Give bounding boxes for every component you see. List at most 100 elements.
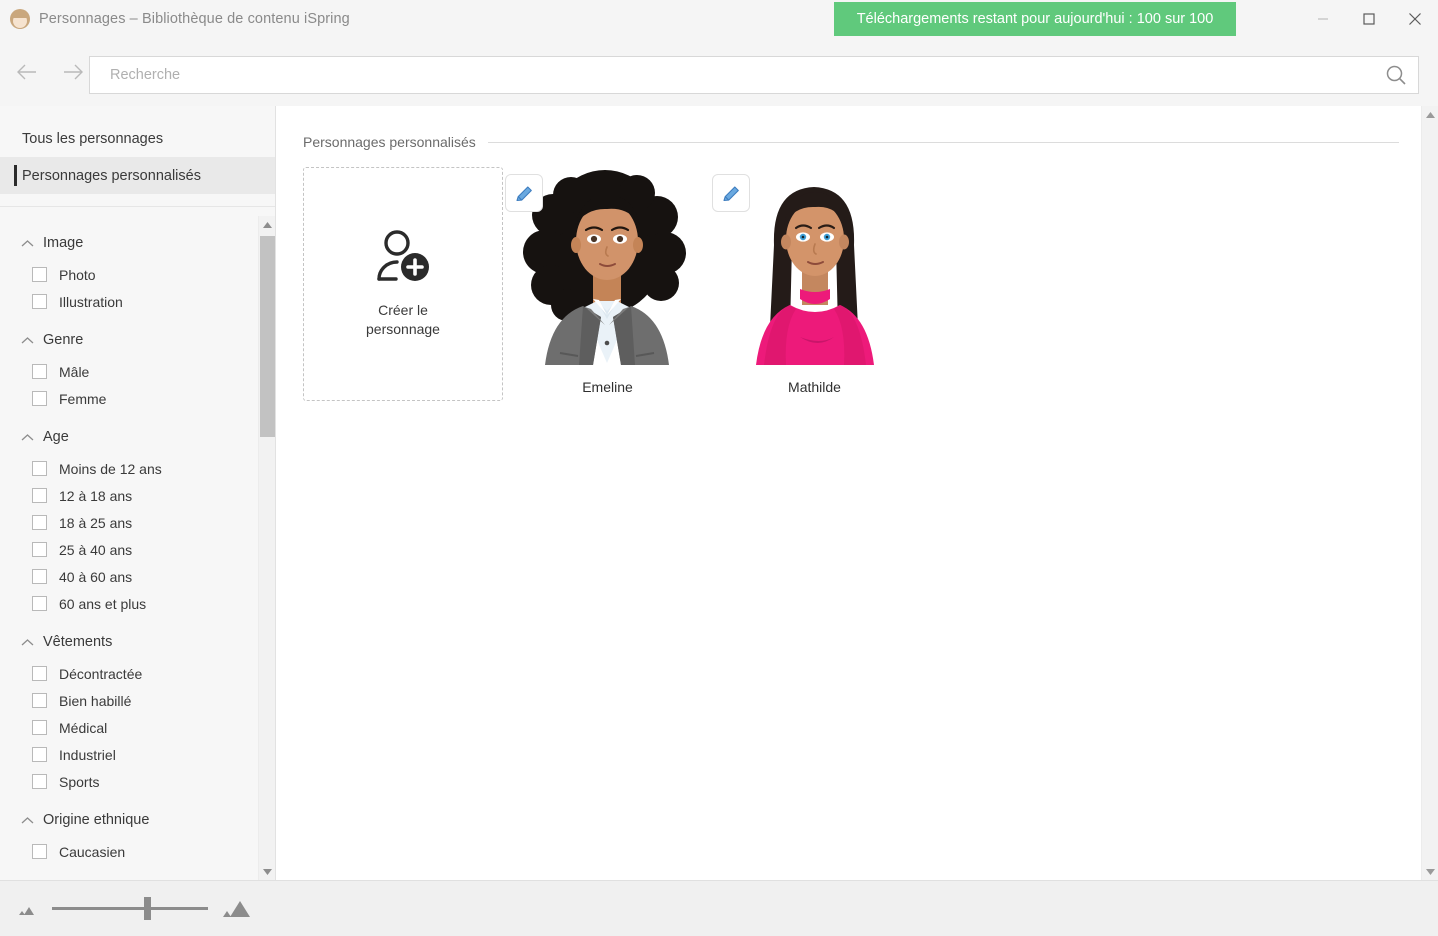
sidebar-item-all-characters[interactable]: Tous les personnages (0, 120, 275, 157)
character-name: Emeline (582, 379, 633, 395)
scroll-down-arrow-icon[interactable] (1422, 863, 1438, 880)
zoom-slider-thumb[interactable] (144, 897, 151, 920)
filter-group-image: Image Photo Illustration (0, 228, 258, 315)
create-label-line-1: Créer le (378, 302, 428, 318)
pencil-edit-icon[interactable] (712, 174, 750, 212)
scroll-down-arrow-icon[interactable] (259, 863, 276, 880)
checkbox[interactable] (32, 774, 47, 789)
filter-group-age: Age Moins de 12 ans 12 à 18 ans 18 à 25 … (0, 422, 258, 617)
filter-checkbox-row[interactable]: Photo (0, 261, 258, 288)
filter-group-header[interactable]: Age (0, 422, 258, 452)
scrollbar-thumb[interactable] (260, 236, 275, 437)
filter-checkbox-row[interactable]: 25 à 40 ans (0, 536, 258, 563)
character-card-mathilde[interactable]: Mathilde (712, 167, 917, 395)
filter-label: Moins de 12 ans (59, 460, 162, 477)
filter-group-title: Origine ethnique (43, 812, 150, 828)
filter-group-header[interactable]: Image (0, 228, 258, 258)
filter-checkbox-row[interactable]: Bien habillé (0, 687, 258, 714)
filter-group-header[interactable]: Genre (0, 325, 258, 355)
create-character-card[interactable]: Créer le personnage (303, 167, 503, 401)
filter-checkbox-row[interactable]: Décontractée (0, 660, 258, 687)
filter-group-title: Image (43, 235, 84, 251)
filter-group-title: Genre (43, 332, 84, 348)
filter-checkbox-row[interactable]: Caucasien (0, 838, 258, 865)
checkbox[interactable] (32, 844, 47, 859)
scroll-up-arrow-icon[interactable] (1422, 106, 1438, 123)
create-label-line-2: personnage (366, 321, 440, 337)
pencil-edit-icon[interactable] (505, 174, 543, 212)
arrow-left-icon[interactable] (10, 55, 44, 89)
filter-checkbox-row[interactable]: Industriel (0, 741, 258, 768)
zoom-slider-track[interactable] (52, 897, 208, 920)
checkbox[interactable] (32, 515, 47, 530)
downloads-remaining-banner: Téléchargements restant pour aujourd'hui… (834, 2, 1236, 36)
window-title: Personnages – Bibliothèque de contenu iS… (39, 11, 350, 27)
section-divider (487, 141, 1399, 143)
sidebar: Tous les personnages Personnages personn… (0, 106, 276, 880)
filter-label: Bien habillé (59, 692, 132, 709)
search-field[interactable] (89, 56, 1419, 94)
checkbox[interactable] (32, 596, 47, 611)
filter-label: 12 à 18 ans (59, 487, 133, 504)
arrow-right-icon[interactable] (56, 55, 90, 89)
title-bar: Personnages – Bibliothèque de contenu iS… (0, 0, 1438, 38)
section-header: Personnages personnalisés (303, 134, 1399, 150)
add-person-icon (377, 230, 429, 281)
filter-checkbox-row[interactable]: 18 à 25 ans (0, 509, 258, 536)
filter-group-header[interactable]: Vêtements (0, 627, 258, 657)
checkbox[interactable] (32, 391, 47, 406)
checkbox[interactable] (32, 461, 47, 476)
minimize-button[interactable] (1300, 0, 1346, 38)
scroll-up-arrow-icon[interactable] (259, 216, 276, 233)
filter-group-ethnicity: Origine ethnique Caucasien (0, 805, 258, 865)
filter-checkbox-row[interactable]: Moins de 12 ans (0, 455, 258, 482)
filter-group-title: Age (43, 429, 69, 445)
sidebar-nav: Tous les personnages Personnages personn… (0, 106, 275, 207)
sidebar-scrollbar[interactable] (258, 216, 275, 880)
checkbox[interactable] (32, 294, 47, 309)
window-controls (1300, 0, 1438, 38)
maximize-button[interactable] (1346, 0, 1392, 38)
filter-checkbox-row[interactable]: 60 ans et plus (0, 590, 258, 617)
filter-label: Sports (59, 773, 100, 790)
filter-checkbox-row[interactable]: Mâle (0, 358, 258, 385)
checkbox[interactable] (32, 569, 47, 584)
filter-checkbox-row[interactable]: 12 à 18 ans (0, 482, 258, 509)
sidebar-item-custom-characters[interactable]: Personnages personnalisés (0, 157, 275, 194)
status-bar (0, 880, 1438, 936)
filter-label: Caucasien (59, 843, 126, 860)
characters-grid: Créer le personnage Emeline Mathilde (303, 167, 1421, 401)
checkbox[interactable] (32, 542, 47, 557)
filter-group-header[interactable]: Origine ethnique (0, 805, 258, 835)
filter-label: 18 à 25 ans (59, 514, 133, 531)
character-card-emeline[interactable]: Emeline (505, 167, 710, 395)
checkbox[interactable] (32, 747, 47, 762)
close-button[interactable] (1392, 0, 1438, 38)
search-icon[interactable] (1374, 57, 1418, 93)
filter-label: 40 à 60 ans (59, 568, 133, 585)
sidebar-item-label: Tous les personnages (22, 130, 164, 147)
content-scrollbar[interactable] (1421, 106, 1438, 880)
filter-label: Décontractée (59, 665, 143, 682)
chevron-up-icon (21, 638, 34, 645)
filter-group-clothing: Vêtements Décontractée Bien habillé Médi… (0, 627, 258, 795)
chevron-up-icon (21, 433, 34, 440)
checkbox[interactable] (32, 666, 47, 681)
zoom-small-thumbnail-icon (19, 906, 34, 915)
checkbox[interactable] (32, 720, 47, 735)
checkbox[interactable] (32, 488, 47, 503)
filter-label: Illustration (59, 293, 123, 310)
zoom-slider-control[interactable] (16, 897, 254, 921)
filter-checkbox-row[interactable]: Sports (0, 768, 258, 795)
filter-checkbox-row[interactable]: 40 à 60 ans (0, 563, 258, 590)
checkbox[interactable] (32, 364, 47, 379)
filter-group-genre: Genre Mâle Femme (0, 325, 258, 412)
search-input[interactable] (90, 67, 1374, 83)
filter-checkbox-row[interactable]: Médical (0, 714, 258, 741)
filter-checkbox-row[interactable]: Illustration (0, 288, 258, 315)
checkbox[interactable] (32, 267, 47, 282)
zoom-large-thumbnail-icon (223, 900, 250, 917)
filter-checkbox-row[interactable]: Femme (0, 385, 258, 412)
checkbox[interactable] (32, 693, 47, 708)
filter-label: Mâle (59, 363, 90, 380)
